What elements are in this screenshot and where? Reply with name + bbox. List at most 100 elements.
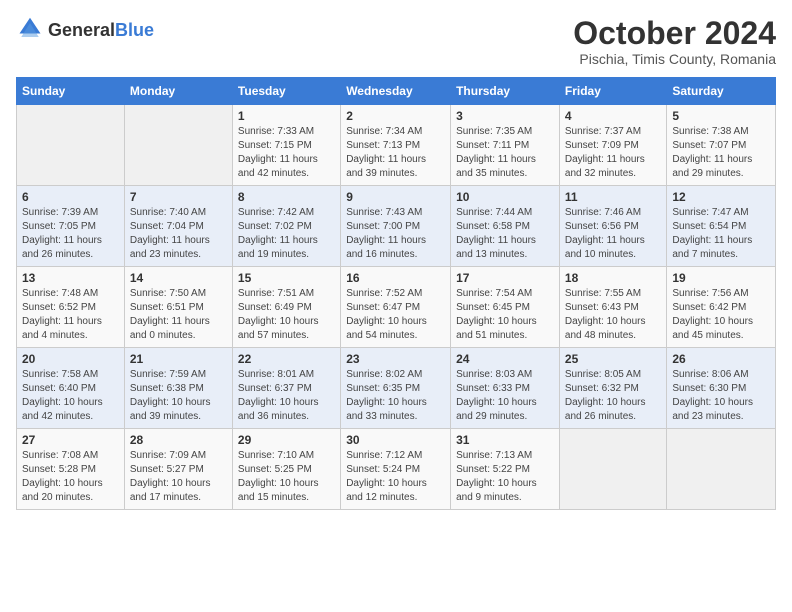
day-info: Sunrise: 7:55 AM Sunset: 6:43 PM Dayligh… (565, 287, 661, 343)
day-number: 15 (238, 271, 335, 285)
day-info: Sunrise: 7:46 AM Sunset: 6:56 PM Dayligh… (565, 206, 661, 262)
calendar-cell: 17 Sunrise: 7:54 AM Sunset: 6:45 PM Dayli… (451, 267, 560, 348)
day-number: 9 (346, 190, 445, 204)
calendar-cell (667, 429, 776, 510)
day-info: Sunrise: 7:12 AM Sunset: 5:24 PM Dayligh… (346, 449, 445, 505)
day-number: 26 (672, 352, 770, 366)
day-number: 5 (672, 109, 770, 123)
calendar-cell (559, 429, 666, 510)
day-number: 29 (238, 433, 335, 447)
calendar-cell: 5 Sunrise: 7:38 AM Sunset: 7:07 PM Daylig… (667, 105, 776, 186)
day-number: 19 (672, 271, 770, 285)
calendar-cell: 24 Sunrise: 8:03 AM Sunset: 6:33 PM Dayli… (451, 348, 560, 429)
calendar-cell: 19 Sunrise: 7:56 AM Sunset: 6:42 PM Dayli… (667, 267, 776, 348)
calendar-cell: 12 Sunrise: 7:47 AM Sunset: 6:54 PM Dayli… (667, 186, 776, 267)
day-number: 22 (238, 352, 335, 366)
calendar-cell (17, 105, 125, 186)
day-number: 12 (672, 190, 770, 204)
month-title: October 2024 (573, 16, 776, 51)
calendar-table: SundayMondayTuesdayWednesdayThursdayFrid… (16, 77, 776, 510)
day-info: Sunrise: 8:05 AM Sunset: 6:32 PM Dayligh… (565, 368, 661, 424)
calendar-header-day: Saturday (667, 78, 776, 105)
calendar-cell: 2 Sunrise: 7:34 AM Sunset: 7:13 PM Daylig… (341, 105, 451, 186)
calendar-week-row: 1Sunrise: 7:33 AM Sunset: 7:15 PM Daylig… (17, 105, 776, 186)
calendar-cell: 26Sunrise: 8:06 AM Sunset: 6:30 PM Dayli… (667, 348, 776, 429)
calendar-cell: 27 Sunrise: 7:08 AM Sunset: 5:28 PM Dayli… (17, 429, 125, 510)
day-number: 6 (22, 190, 119, 204)
day-info: Sunrise: 7:54 AM Sunset: 6:45 PM Dayligh… (456, 287, 554, 343)
day-info: Sunrise: 7:52 AM Sunset: 6:47 PM Dayligh… (346, 287, 445, 343)
day-info: Sunrise: 7:35 AM Sunset: 7:11 PM Dayligh… (456, 125, 554, 181)
day-info: Sunrise: 7:51 AM Sunset: 6:49 PM Dayligh… (238, 287, 335, 343)
day-number: 27 (22, 433, 119, 447)
calendar-cell: 8 Sunrise: 7:42 AM Sunset: 7:02 PM Daylig… (232, 186, 340, 267)
day-number: 4 (565, 109, 661, 123)
logo-icon (16, 16, 44, 44)
calendar-cell: 15 Sunrise: 7:51 AM Sunset: 6:49 PM Dayli… (232, 267, 340, 348)
day-info: Sunrise: 7:39 AM Sunset: 7:05 PM Dayligh… (22, 206, 119, 262)
calendar-cell: 3 Sunrise: 7:35 AM Sunset: 7:11 PM Daylig… (451, 105, 560, 186)
calendar-cell: 13Sunrise: 7:48 AM Sunset: 6:52 PM Dayli… (17, 267, 125, 348)
calendar-cell: 31Sunrise: 7:13 AM Sunset: 5:22 PM Dayli… (451, 429, 560, 510)
day-info: Sunrise: 7:37 AM Sunset: 7:09 PM Dayligh… (565, 125, 661, 181)
day-number: 20 (22, 352, 119, 366)
day-number: 24 (456, 352, 554, 366)
calendar-week-row: 27 Sunrise: 7:08 AM Sunset: 5:28 PM Dayli… (17, 429, 776, 510)
day-number: 8 (238, 190, 335, 204)
day-info: Sunrise: 7:40 AM Sunset: 7:04 PM Dayligh… (130, 206, 227, 262)
calendar-cell: 28Sunrise: 7:09 AM Sunset: 5:27 PM Dayli… (124, 429, 232, 510)
day-number: 30 (346, 433, 445, 447)
calendar-cell: 4 Sunrise: 7:37 AM Sunset: 7:09 PM Daylig… (559, 105, 666, 186)
day-info: Sunrise: 7:56 AM Sunset: 6:42 PM Dayligh… (672, 287, 770, 343)
day-number: 13 (22, 271, 119, 285)
day-number: 18 (565, 271, 661, 285)
day-number: 21 (130, 352, 227, 366)
day-info: Sunrise: 7:08 AM Sunset: 5:28 PM Dayligh… (22, 449, 119, 505)
calendar-cell (124, 105, 232, 186)
calendar-header-row: SundayMondayTuesdayWednesdayThursdayFrid… (17, 78, 776, 105)
calendar-cell: 20Sunrise: 7:58 AM Sunset: 6:40 PM Dayli… (17, 348, 125, 429)
day-info: Sunrise: 7:38 AM Sunset: 7:07 PM Dayligh… (672, 125, 770, 181)
day-info: Sunrise: 7:10 AM Sunset: 5:25 PM Dayligh… (238, 449, 335, 505)
calendar-body: 1Sunrise: 7:33 AM Sunset: 7:15 PM Daylig… (17, 105, 776, 510)
day-info: Sunrise: 7:34 AM Sunset: 7:13 PM Dayligh… (346, 125, 445, 181)
calendar-cell: 30 Sunrise: 7:12 AM Sunset: 5:24 PM Dayli… (341, 429, 451, 510)
logo-text-general: General (48, 20, 115, 40)
calendar-cell: 21 Sunrise: 7:59 AM Sunset: 6:38 PM Dayli… (124, 348, 232, 429)
calendar-week-row: 6 Sunrise: 7:39 AM Sunset: 7:05 PM Daylig… (17, 186, 776, 267)
calendar-cell: 11 Sunrise: 7:46 AM Sunset: 6:56 PM Dayli… (559, 186, 666, 267)
day-number: 1 (238, 109, 335, 123)
calendar-cell: 29 Sunrise: 7:10 AM Sunset: 5:25 PM Dayli… (232, 429, 340, 510)
day-number: 2 (346, 109, 445, 123)
day-number: 14 (130, 271, 227, 285)
calendar-cell: 18 Sunrise: 7:55 AM Sunset: 6:43 PM Dayli… (559, 267, 666, 348)
title-block: October 2024 Pischia, Timis County, Roma… (573, 16, 776, 67)
day-info: Sunrise: 8:01 AM Sunset: 6:37 PM Dayligh… (238, 368, 335, 424)
calendar-cell: 25Sunrise: 8:05 AM Sunset: 6:32 PM Dayli… (559, 348, 666, 429)
page-header: GeneralBlue October 2024 Pischia, Timis … (16, 16, 776, 67)
day-info: Sunrise: 8:03 AM Sunset: 6:33 PM Dayligh… (456, 368, 554, 424)
day-info: Sunrise: 7:09 AM Sunset: 5:27 PM Dayligh… (130, 449, 227, 505)
calendar-cell: 9Sunrise: 7:43 AM Sunset: 7:00 PM Daylig… (341, 186, 451, 267)
day-number: 17 (456, 271, 554, 285)
calendar-cell: 23Sunrise: 8:02 AM Sunset: 6:35 PM Dayli… (341, 348, 451, 429)
day-number: 11 (565, 190, 661, 204)
logo: GeneralBlue (16, 16, 154, 44)
calendar-week-row: 20Sunrise: 7:58 AM Sunset: 6:40 PM Dayli… (17, 348, 776, 429)
day-info: Sunrise: 8:02 AM Sunset: 6:35 PM Dayligh… (346, 368, 445, 424)
day-info: Sunrise: 7:13 AM Sunset: 5:22 PM Dayligh… (456, 449, 554, 505)
day-number: 10 (456, 190, 554, 204)
day-info: Sunrise: 7:42 AM Sunset: 7:02 PM Dayligh… (238, 206, 335, 262)
day-info: Sunrise: 7:59 AM Sunset: 6:38 PM Dayligh… (130, 368, 227, 424)
logo-text-blue: Blue (115, 20, 154, 40)
calendar-cell: 1Sunrise: 7:33 AM Sunset: 7:15 PM Daylig… (232, 105, 340, 186)
calendar-header-day: Sunday (17, 78, 125, 105)
calendar-cell: 14Sunrise: 7:50 AM Sunset: 6:51 PM Dayli… (124, 267, 232, 348)
day-info: Sunrise: 7:44 AM Sunset: 6:58 PM Dayligh… (456, 206, 554, 262)
day-info: Sunrise: 7:47 AM Sunset: 6:54 PM Dayligh… (672, 206, 770, 262)
calendar-cell: 6 Sunrise: 7:39 AM Sunset: 7:05 PM Daylig… (17, 186, 125, 267)
location-title: Pischia, Timis County, Romania (573, 51, 776, 67)
day-number: 3 (456, 109, 554, 123)
calendar-header-day: Thursday (451, 78, 560, 105)
calendar-header-day: Wednesday (341, 78, 451, 105)
